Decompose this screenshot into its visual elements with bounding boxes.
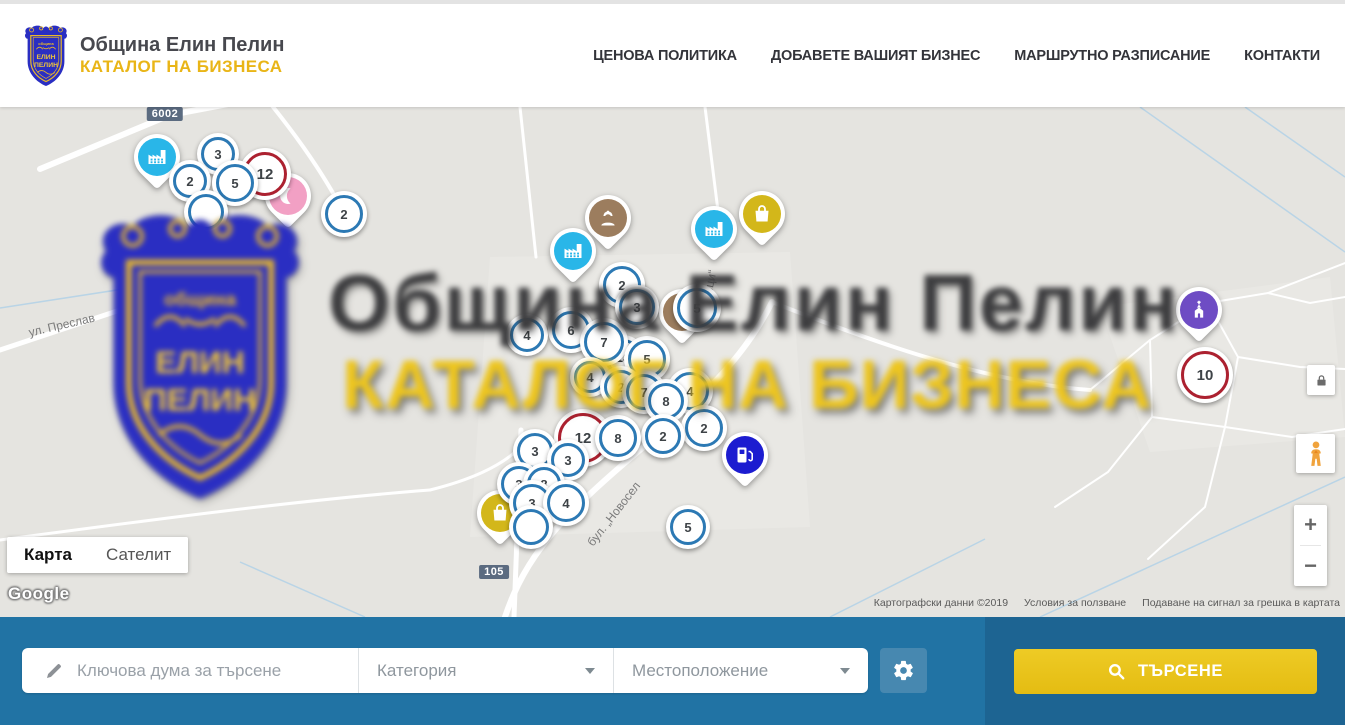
header: община ЕЛИН ПЕЛИН Община Елин Пелин КАТА…: [0, 4, 1345, 107]
cluster-marker[interactable]: 8: [595, 415, 641, 461]
fuel-icon: [726, 436, 764, 474]
search-input-group: Категория Местоположение: [22, 648, 868, 693]
factory-icon: [138, 138, 176, 176]
search-bar-right-section: ТЪРСЕНЕ: [985, 617, 1345, 725]
nav-item[interactable]: ДОБАВЕТЕ ВАШИЯТ БИЗНЕС: [771, 48, 980, 64]
zoom-control: + −: [1294, 505, 1327, 586]
location-value: Местоположение: [632, 661, 768, 681]
map-type-satellite-button[interactable]: Сателит: [89, 537, 188, 573]
search-icon: [1107, 662, 1126, 681]
category-dropdown[interactable]: Категория: [358, 648, 613, 693]
cluster-count: 2: [340, 207, 347, 222]
cluster-count: 4: [523, 328, 530, 343]
cluster-count: 10: [1197, 367, 1214, 384]
map-attribution: Картографски данни ©2019 Условия за полз…: [874, 597, 1340, 609]
crest-town-word: община: [38, 40, 54, 45]
cluster-marker[interactable]: 2: [641, 414, 685, 458]
search-button-label: ТЪРСЕНЕ: [1138, 662, 1223, 681]
main-nav: ЦЕНОВА ПОЛИТИКА ДОБАВЕТЕ ВАШИЯТ БИЗНЕС МАР…: [593, 48, 1320, 64]
road-number-badge: 105: [479, 565, 509, 579]
map-type-control: Карта Сателит: [7, 537, 188, 573]
site-logo[interactable]: община ЕЛИН ПЕЛИН Община Елин Пелин КАТА…: [22, 23, 284, 89]
logo-title: Община Елин Пелин: [80, 33, 284, 57]
factory-icon: [695, 210, 733, 248]
cluster-marker[interactable]: 5: [673, 284, 721, 332]
lock-button[interactable]: [1307, 365, 1335, 395]
cluster-marker[interactable]: 2: [681, 405, 727, 451]
zoom-out-button[interactable]: −: [1294, 546, 1327, 586]
cluster-count: 8: [614, 431, 621, 446]
cluster-count: 5: [231, 176, 238, 191]
cluster-marker[interactable]: 5: [666, 505, 710, 549]
cluster-count: 2: [700, 421, 707, 436]
advanced-settings-button[interactable]: [880, 648, 927, 693]
cluster-count: 2: [659, 429, 666, 444]
church-pin[interactable]: [1176, 287, 1222, 333]
cluster-count: 2: [186, 174, 193, 189]
top-strip: [0, 0, 1345, 4]
shopping-pin[interactable]: [739, 191, 785, 237]
search-button[interactable]: ТЪРСЕНЕ: [1014, 649, 1317, 694]
crest-name-line2: ПЕЛИН: [34, 62, 58, 69]
cluster-marker[interactable]: 4: [506, 314, 548, 356]
terms-link[interactable]: Условия за ползване: [1024, 597, 1126, 609]
keyword-input[interactable]: [77, 661, 348, 681]
search-bar: Категория Местоположение ТЪРСЕНЕ: [0, 617, 1345, 725]
pegman-icon: [1303, 439, 1329, 469]
cluster-marker[interactable]: [184, 190, 228, 234]
cluster-marker[interactable]: 10: [1177, 347, 1233, 403]
cluster-count: 4: [562, 496, 569, 511]
cluster-count: 5: [684, 520, 691, 535]
fuel-pin[interactable]: [722, 432, 768, 478]
nav-item[interactable]: ЦЕНОВА ПОЛИТИКА: [593, 48, 737, 64]
map-canvas[interactable]: ул. Преславбул. „Новоселици“ 6002105 312…: [0, 107, 1345, 617]
municipality-crest-icon: община ЕЛИН ПЕЛИН: [22, 23, 70, 89]
cluster-count: 8: [662, 394, 669, 409]
church-icon: [1180, 291, 1218, 329]
cluster-count: 6: [567, 323, 574, 338]
keyword-segment: [22, 648, 358, 693]
google-logo[interactable]: Google: [8, 584, 70, 604]
cluster-marker[interactable]: 3: [615, 285, 659, 329]
factory-icon: [554, 232, 592, 270]
report-error-link[interactable]: Подаване на сигнал за грешка в картата: [1142, 597, 1340, 609]
factory-pin[interactable]: [691, 206, 737, 252]
road-number-badge: 6002: [147, 107, 183, 121]
cluster-count: 3: [633, 300, 640, 315]
nav-item[interactable]: МАРШРУТНО РАЗПИСАНИЕ: [1014, 48, 1210, 64]
crest-name-line1: ЕЛИН: [36, 54, 55, 61]
zoom-in-button[interactable]: +: [1294, 505, 1327, 545]
cluster-count: 7: [600, 335, 607, 350]
factory-pin[interactable]: [550, 228, 596, 274]
cluster-count: 12: [257, 166, 274, 183]
cluster-count: 3: [531, 444, 538, 459]
nav-item[interactable]: КОНТАКТИ: [1244, 48, 1320, 64]
cluster-count: 5: [693, 301, 700, 316]
cluster-marker[interactable]: [509, 505, 553, 549]
category-value: Категория: [377, 661, 456, 681]
logo-subtitle: КАТАЛОГ НА БИЗНЕСА: [80, 57, 284, 77]
map-copyright: Картографски данни ©2019: [874, 597, 1008, 609]
map-type-map-button[interactable]: Карта: [7, 537, 89, 573]
cluster-count: 4: [586, 370, 593, 385]
bag-icon: [743, 195, 781, 233]
page: община ЕЛИН ПЕЛИН Община Елин Пелин КАТА…: [0, 0, 1345, 725]
cluster-count: 5: [643, 352, 650, 367]
street-view-pegman[interactable]: [1296, 434, 1335, 473]
cluster-marker[interactable]: 2: [321, 191, 367, 237]
gear-icon: [892, 659, 915, 682]
cluster-count: 3: [214, 147, 221, 162]
pencil-icon: [44, 661, 64, 681]
chevron-down-icon: [840, 668, 850, 674]
location-dropdown[interactable]: Местоположение: [613, 648, 868, 693]
chevron-down-icon: [585, 668, 595, 674]
cluster-count: 3: [564, 453, 571, 468]
lock-icon: [1314, 372, 1329, 389]
